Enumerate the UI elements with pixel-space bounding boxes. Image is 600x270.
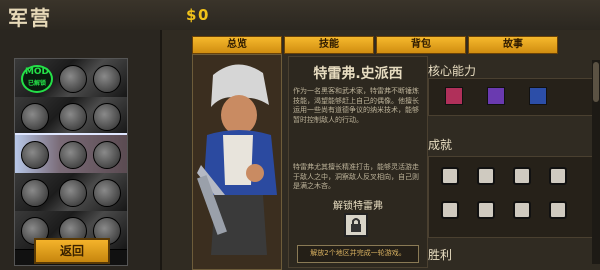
core-abilities-title: 核心能力 — [428, 64, 477, 78]
achievements-title: 成就 — [428, 138, 453, 152]
lock-icon — [344, 213, 368, 237]
character-bio: 特雷弗.史派西 作为一名黑客和武术家，特雷弗不断锤炼技能，渴望能够赶上自己的偶像… — [288, 56, 428, 268]
core-abilities-box — [428, 78, 594, 116]
ability-3-icon[interactable] — [529, 87, 547, 105]
character-roster[interactable]: MOD 已解锁 — [14, 58, 128, 266]
tab-overview[interactable]: 总览 — [192, 36, 282, 54]
achievement-icon[interactable] — [549, 167, 567, 185]
achievement-icon[interactable] — [477, 201, 495, 219]
roster-row-selected[interactable] — [15, 133, 127, 176]
character-description-2: 特雷弗尤其擅长精准打击，能够灵活游走于敌人之中，洞察敌人反叉相向，自己则是满之木… — [293, 163, 419, 190]
achievement-icon[interactable] — [513, 167, 531, 185]
character-selector: MOD 已解锁 返回 — [0, 30, 160, 270]
money-counter: 0 — [198, 6, 209, 24]
character-name: 特雷弗.史派西 — [313, 66, 403, 82]
character-avatar — [59, 141, 87, 169]
character-avatar — [21, 141, 49, 169]
unlock-label: 解锁特雷弗 — [333, 201, 383, 212]
character-avatar — [93, 179, 121, 207]
roster-row[interactable]: MOD 已解锁 — [15, 59, 127, 98]
character-avatar — [59, 179, 87, 207]
scrollbar-thumb[interactable] — [593, 62, 599, 102]
page-title: 军营 — [8, 6, 52, 30]
back-button[interactable]: 返回 — [34, 238, 110, 264]
tab-skills[interactable]: 技能 — [284, 36, 374, 54]
tab-inventory[interactable]: 背包 — [376, 36, 466, 54]
character-avatar — [93, 65, 121, 93]
character-avatar — [21, 103, 49, 131]
scrollbar[interactable] — [592, 60, 600, 264]
abilities-panel: 核心能力 成就 胜利 — [428, 56, 600, 268]
unlock-requirement: 解放2个地区并完成一轮游戏。 — [297, 245, 419, 263]
character-portrait — [193, 55, 281, 269]
currency-symbol: $ — [186, 6, 197, 24]
roster-row[interactable] — [15, 97, 127, 136]
achievement-icon[interactable] — [513, 201, 531, 219]
achievement-icon[interactable] — [441, 167, 459, 185]
tab-story[interactable]: 故事 — [468, 36, 558, 54]
mod-badge: MOD 已解锁 — [21, 65, 53, 93]
character-avatar — [93, 141, 121, 169]
ability-1-icon[interactable] — [445, 87, 463, 105]
roster-row[interactable] — [15, 173, 127, 212]
character-detail-panel: 总览 技能 背包 故事 特雷弗.史派西 作为一名黑客和武术家，特雷弗不断锤炼技能… — [160, 30, 600, 270]
achievements-box — [428, 156, 594, 238]
achievement-icon[interactable] — [477, 167, 495, 185]
character-description: 作为一名黑客和武术家，特雷弗不断锤炼技能，渴望能够赶上自己的偶像。他擅长运用一些… — [293, 87, 419, 124]
character-avatar — [21, 179, 49, 207]
character-portrait-frame — [192, 54, 282, 270]
victory-title: 胜利 — [428, 248, 453, 262]
character-avatar — [59, 103, 87, 131]
achievement-icon[interactable] — [441, 201, 459, 219]
character-avatar — [93, 103, 121, 131]
character-avatar — [59, 65, 87, 93]
ability-2-icon[interactable] — [487, 87, 505, 105]
achievement-icon[interactable] — [549, 201, 567, 219]
top-bar: 军营 $ 0 — [0, 0, 600, 32]
